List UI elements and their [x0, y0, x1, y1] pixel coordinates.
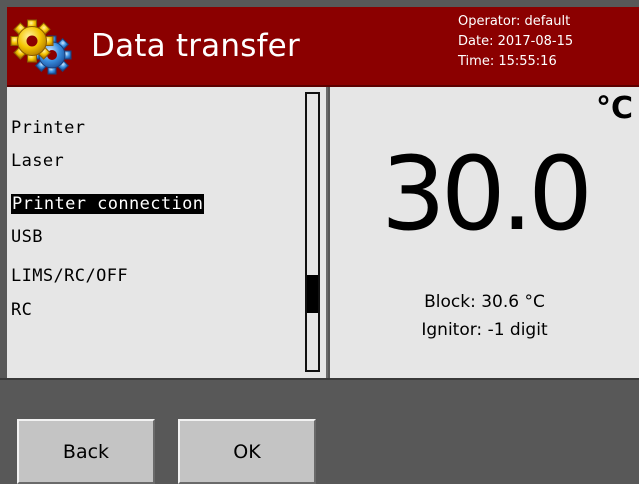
temperature-value: 30.0 — [380, 135, 593, 254]
scrollbar-thumb[interactable] — [307, 275, 318, 313]
scrollbar[interactable] — [305, 92, 320, 372]
ignitor-value: Ignitor: -1 digit — [421, 320, 548, 340]
status-info: Operator: default Date: 2017-08-15 Time:… — [458, 12, 573, 72]
date-label: Date: 2017-08-15 — [458, 34, 574, 49]
list-item-printer-label[interactable]: Printer — [11, 117, 85, 139]
block-temperature: Block: 30.6 °C — [424, 292, 545, 312]
settings-list: Printer Laser Printer connection USB LIM… — [7, 87, 328, 378]
time-label: Time: 15:55:16 — [458, 54, 557, 69]
unit-label: °C — [595, 91, 633, 126]
list-item-lims-label[interactable]: LIMS/RC/OFF — [11, 265, 128, 287]
page-title: Data transfer — [91, 28, 300, 64]
divider — [0, 378, 639, 380]
selected-item-highlight[interactable]: Printer connection — [11, 194, 205, 214]
list-item-printer-connection-label[interactable]: Printer connection — [11, 193, 205, 215]
ok-button[interactable]: OK — [178, 419, 316, 484]
operator-label: Operator: default — [458, 14, 571, 29]
list-item-printer-connection-value[interactable]: USB — [11, 226, 43, 248]
list-item-lims-value[interactable]: RC — [11, 299, 32, 321]
back-button[interactable]: Back — [17, 419, 155, 484]
list-item-printer-value[interactable]: Laser — [11, 150, 64, 172]
gears-icon — [10, 19, 72, 75]
reading-panel: °C 30.0 Block: 30.6 °C Ignitor: -1 digit — [330, 87, 639, 378]
header-bar: Data transfer Operator: default Date: 20… — [7, 7, 639, 87]
